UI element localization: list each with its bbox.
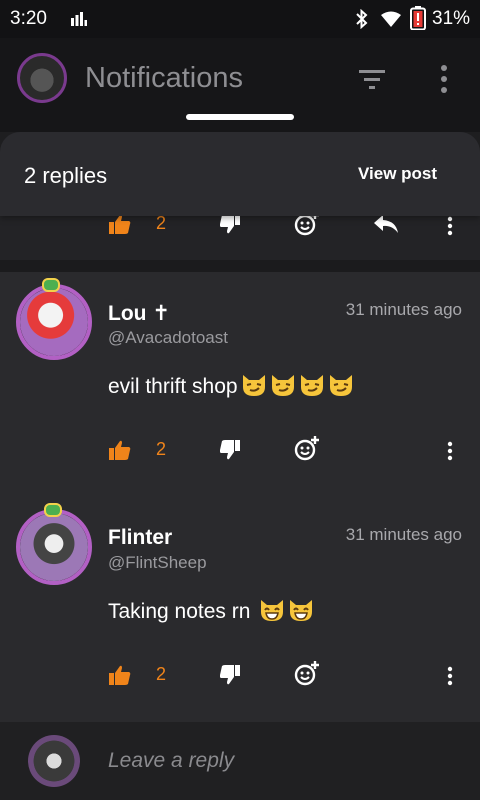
comment-item: Flinter @FlintSheep 31 minutes ago Takin…: [0, 497, 480, 722]
like-count: 2: [156, 664, 167, 684]
avatar: [28, 735, 80, 787]
smirk-cat-emoji: [271, 375, 294, 396]
filter-icon[interactable]: [357, 68, 387, 90]
smirk-cat-emoji: [242, 375, 265, 396]
grin-cat-emoji: [290, 600, 313, 621]
like-count: 2: [156, 439, 167, 459]
more-vert-icon[interactable]: [446, 216, 454, 236]
profile-avatar[interactable]: [17, 53, 67, 103]
add-reaction-icon[interactable]: [294, 436, 320, 462]
smirk-cat-emoji: [329, 375, 352, 396]
thumbs-up-icon[interactable]: [109, 214, 131, 234]
reply-input[interactable]: Leave a reply: [108, 749, 234, 773]
avatar[interactable]: [16, 509, 92, 585]
reply-icon[interactable]: [374, 215, 398, 233]
like-count: 2: [156, 213, 167, 233]
add-reaction-icon[interactable]: [294, 661, 320, 687]
more-vert-icon[interactable]: [446, 666, 454, 686]
battery-icon: [410, 6, 426, 30]
avatar-badge-icon: [42, 278, 60, 292]
divider: [0, 260, 480, 272]
more-vert-icon[interactable]: [435, 64, 453, 94]
thumbs-up-icon[interactable]: [109, 440, 131, 460]
sheet-header: 2 replies View post: [0, 132, 480, 216]
comment-handle: @Avacadotoast: [108, 328, 228, 347]
avatar[interactable]: [16, 284, 92, 360]
grin-cat-emoji: [261, 600, 284, 621]
wifi-icon: [381, 11, 401, 27]
thumbs-up-icon[interactable]: [109, 665, 131, 685]
sheet-drag-handle[interactable]: [186, 114, 294, 120]
status-time: 3:20: [10, 8, 47, 29]
comment-body: evil thrift shop: [108, 373, 354, 399]
comment-item: Lou ✝ @Avacadotoast 31 minutes ago evil …: [0, 272, 480, 497]
page-title: Notifications: [85, 62, 243, 94]
bluetooth-icon: [356, 9, 368, 29]
view-post-button[interactable]: View post: [358, 164, 437, 184]
comment-username[interactable]: Flinter: [108, 526, 172, 550]
comment-timestamp: 31 minutes ago: [345, 300, 462, 319]
comment-username[interactable]: Lou ✝: [108, 301, 170, 326]
thumbs-down-icon[interactable]: [220, 665, 240, 685]
replies-count: 2 replies: [24, 163, 108, 188]
more-vert-icon[interactable]: [446, 441, 454, 461]
avatar-badge-icon: [44, 503, 62, 517]
replies-sheet: 2 replies View post 2 Lou ✝ @Avacadotoas…: [0, 132, 480, 800]
thumbs-down-icon[interactable]: [220, 440, 240, 460]
smirk-cat-emoji: [300, 375, 323, 396]
app-bar: Notifications: [0, 38, 480, 132]
comment-body: Taking notes rn: [108, 598, 314, 624]
comment-timestamp: 31 minutes ago: [345, 525, 462, 544]
battery-percent: 31%: [432, 8, 471, 29]
comment-handle: @FlintSheep: [108, 553, 207, 572]
status-bar: 3:20 31%: [0, 0, 480, 38]
signal-bars-icon: [71, 12, 87, 26]
reply-bar: Leave a reply: [0, 722, 480, 800]
thumbs-down-icon[interactable]: [220, 214, 240, 234]
